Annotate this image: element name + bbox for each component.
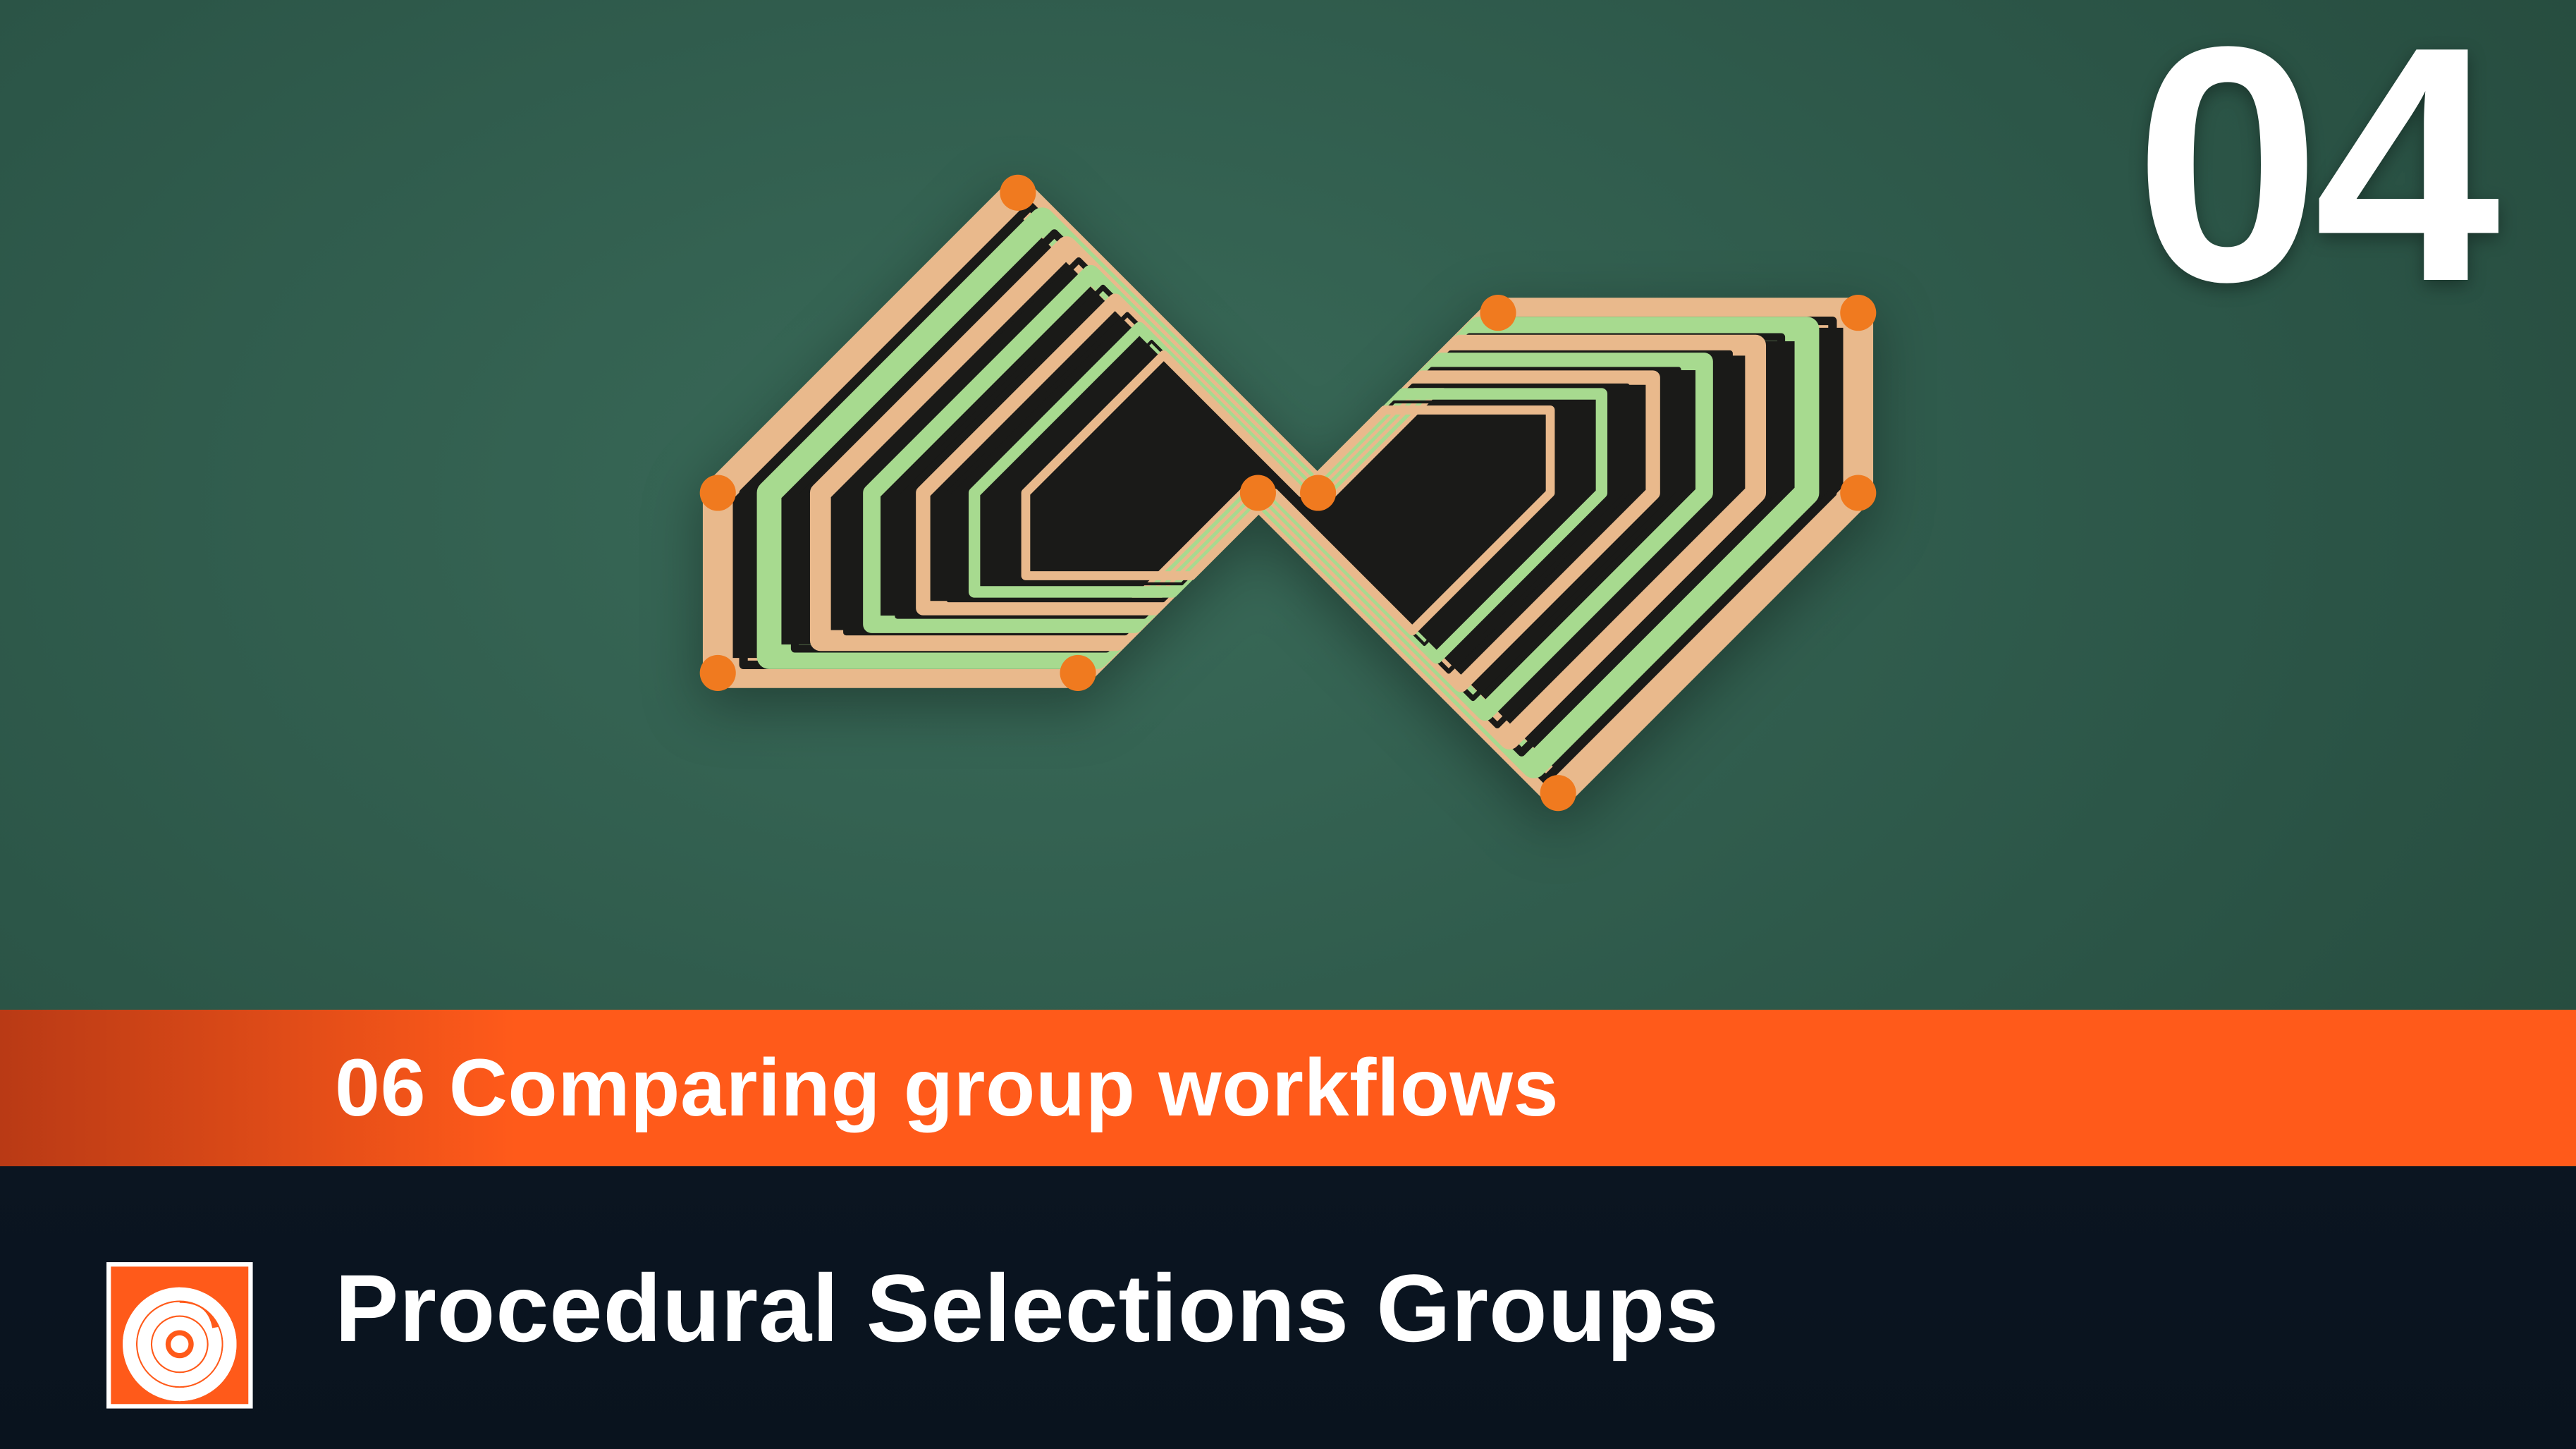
title-bar: Procedural Selections Groups <box>0 1166 2576 1449</box>
hero-artwork <box>489 73 2086 913</box>
thumbnail-stage: 04 06 Comparing group workflows Procedur… <box>0 0 2576 1449</box>
episode-number: 04 <box>2135 22 2494 307</box>
subtitle-text: 06 Comparing group workflows <box>335 1041 1559 1135</box>
subtitle-bar: 06 Comparing group workflows <box>0 1010 2576 1166</box>
course-title: Procedural Selections Groups <box>335 1253 1719 1363</box>
houdini-logo-icon <box>106 1261 254 1410</box>
